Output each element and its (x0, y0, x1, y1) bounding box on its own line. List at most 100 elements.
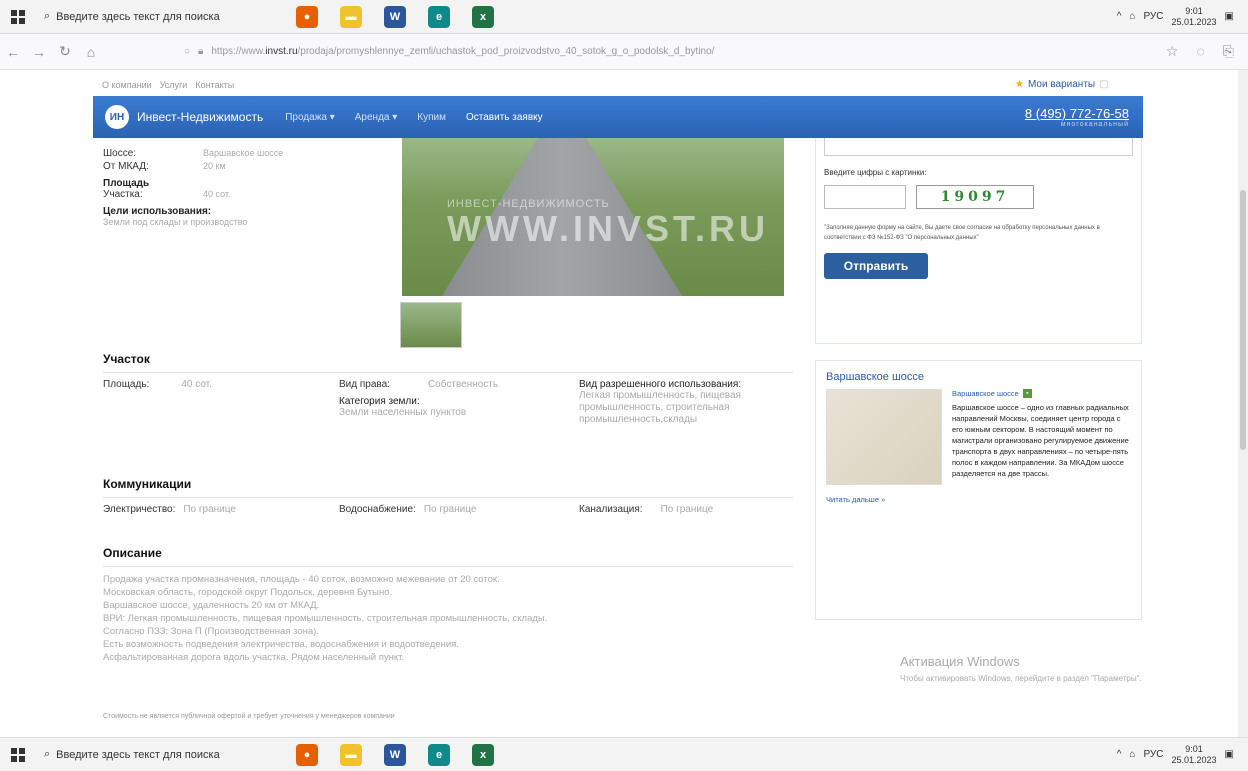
network-icon[interactable]: ⌂ (1129, 749, 1135, 760)
chevron-up-icon[interactable]: ^ (1117, 11, 1122, 22)
nav-sale[interactable]: Продажа ▾ (285, 112, 335, 123)
spec-shosse-value: Варшавское шоссе (203, 148, 284, 158)
chevron-up-icon[interactable]: ^ (1117, 749, 1122, 760)
desc-line: Согласно ПЗЗ: Зона П (Производственная з… (103, 626, 319, 637)
reload-icon[interactable]: ↻ (52, 43, 78, 60)
desc-line: Варшавское шоссе, удаленность 20 км от М… (103, 600, 320, 611)
captcha-input[interactable] (824, 185, 906, 209)
vri-value: Легкая промышленность, пищевая промышлен… (579, 390, 741, 425)
water-value: По границе (423, 504, 477, 515)
right-type-label: Вид права: (339, 379, 390, 390)
captcha-label: Введите цифры с картинки: (824, 168, 927, 177)
windows-start-icon[interactable] (0, 9, 36, 24)
network-icon[interactable]: ⌂ (1129, 11, 1135, 22)
desc-line: Продажа участка промназначения, площадь … (103, 574, 500, 585)
page-scrollbar[interactable] (1238, 70, 1248, 737)
wiki-badge-icon: ▪ (1022, 389, 1032, 398)
section-plot: Участок Площадь: 40 сот. Вид права: Собств… (103, 352, 793, 426)
clock[interactable]: 9:01 25.01.2023 (1172, 744, 1217, 766)
plot-area-label: Площадь: (103, 379, 150, 390)
elec-label: Электричество: (103, 504, 176, 515)
taskbar-bottom: ⌕ Введите здесь текст для поиска ● ▬ W e… (0, 737, 1248, 771)
desc-line: Московская область, городской округ Подо… (103, 587, 393, 598)
url-bar[interactable]: ○ 🔒︎ https://www.invst.ru/prodaja/promys… (184, 39, 1004, 65)
extensions-icon[interactable]: ⎘ (1223, 43, 1234, 60)
spec-use-value: Земли под склады и производство (103, 217, 248, 227)
spec-use-heading: Цели использования: (103, 206, 212, 217)
highway-map-image[interactable] (826, 389, 942, 485)
highway-info-panel: Варшавское шоссе Варшавское шоссе ▪ Варш… (815, 360, 1142, 620)
site-logo[interactable]: ИН Инвест-Недвижимость (105, 105, 263, 129)
pocket-icon[interactable]: ◌ (1196, 43, 1204, 60)
favorites-label: Мои варианты (1027, 79, 1096, 90)
favorites-count-icon: ▢ (1099, 79, 1109, 90)
desc-line: Асфальтированная дорога вдоль участка. Р… (103, 652, 405, 663)
firefox-icon[interactable]: ● (296, 743, 318, 766)
files-icon[interactable]: ▬ (340, 743, 362, 766)
taskbar-search-placeholder: Введите здесь текст для поиска (56, 748, 220, 761)
logo-mark: ИН (105, 105, 129, 129)
clock-date: 25.01.2023 (1171, 754, 1217, 765)
phone-subtitle: многоканальный (1060, 121, 1129, 128)
language-indicator[interactable]: РУС (1143, 749, 1163, 760)
taskbar-top: ⌕ Введите здесь текст для поиска ● ▬ W e… (0, 0, 1248, 34)
notification-icon[interactable]: ▣ (1225, 749, 1234, 760)
spec-area-heading: Площадь (103, 178, 150, 189)
top-link-contacts[interactable]: Контакты (195, 80, 234, 90)
land-category-value: Земли населенных пунктов (339, 407, 467, 418)
highway-title[interactable]: Варшавское шоссе (826, 371, 1131, 383)
favorites-link[interactable]: ★ Мои варианты ▢ (1015, 79, 1109, 90)
vri-label: Вид разрешенного использования: (579, 379, 742, 390)
highway-link[interactable]: Варшавское шоссе ▪ (952, 389, 1131, 398)
back-icon[interactable]: ← (0, 44, 26, 60)
home-icon[interactable]: ⌂ (78, 44, 104, 60)
section-communications: Коммуникации Электричество: По границе Во… (103, 477, 793, 515)
top-link-about[interactable]: О компании (102, 80, 152, 90)
phone-number[interactable]: 8 (495) 772-76-58 (1025, 106, 1129, 121)
photo-thumbnail[interactable] (400, 302, 462, 348)
spec-mkad-value: 20 км (203, 161, 226, 171)
site-navbar: ИН Инвест-Недвижимость Продажа ▾ Аренда … (93, 96, 1143, 138)
files-icon[interactable]: ▬ (340, 5, 362, 28)
read-more-link[interactable]: Читать дальше » (826, 495, 1131, 504)
object-specs: Шоссе: Варшавское шоссе От МКАД: 20 км П… (103, 148, 393, 227)
edge-icon[interactable]: e (428, 743, 450, 766)
clock-time: 9:01 (1185, 743, 1203, 754)
scrollbar-thumb[interactable] (1240, 190, 1246, 450)
highway-link-text: Варшавское шоссе (952, 389, 1019, 398)
clock[interactable]: 9:01 25.01.2023 (1172, 6, 1217, 28)
firefox-icon[interactable]: ● (296, 5, 318, 28)
taskbar-search[interactable]: ⌕ Введите здесь текст для поиска (36, 742, 266, 768)
sewer-label: Канализация: (579, 504, 643, 515)
forward-icon[interactable]: → (26, 44, 52, 60)
site-top-links: О компании Услуги Контакты ★ Мои вариант… (0, 74, 1248, 96)
language-indicator[interactable]: РУС (1143, 11, 1163, 22)
url-text: https://www.invst.ru/prodaja/promyshlenn… (211, 46, 715, 57)
word-icon[interactable]: W (384, 5, 406, 28)
request-form: Введите цифры с картинки: 19097 "Заполня… (815, 138, 1142, 344)
nav-rent[interactable]: Аренда ▾ (355, 112, 398, 123)
edge-icon[interactable]: e (428, 5, 450, 28)
activation-title: Активация Windows (900, 654, 1020, 669)
elec-value: По границе (183, 504, 236, 515)
water-label: Водоснабжение: (339, 504, 416, 515)
consent-text: "Заполняя данную форму на сайте, Вы дает… (824, 225, 1100, 241)
taskbar-search-placeholder: Введите здесь текст для поиска (56, 10, 220, 23)
search-icon: ⌕ (44, 748, 51, 760)
windows-start-icon[interactable] (0, 747, 36, 762)
submit-button[interactable]: Отправить (824, 253, 928, 279)
nav-buy[interactable]: Купим (417, 112, 446, 123)
taskbar-search[interactable]: ⌕ Введите здесь текст для поиска (36, 4, 266, 30)
sewer-value: По границе (660, 504, 714, 515)
excel-icon[interactable]: x (472, 743, 494, 766)
object-photo[interactable]: ИНВЕСТ-НЕДВИЖИМОСТЬ WWW.INVST.RU (402, 138, 784, 296)
notification-icon[interactable]: ▣ (1225, 11, 1234, 22)
top-link-services[interactable]: Услуги (160, 80, 188, 90)
bookmark-star-icon[interactable]: ☆ (1166, 43, 1179, 60)
message-textarea[interactable] (824, 138, 1133, 156)
word-icon[interactable]: W (384, 743, 406, 766)
browser-toolbar: ← → ↻ ⌂ ○ 🔒︎ https://www.invst.ru/prodaj… (0, 34, 1248, 70)
nav-leave-request[interactable]: Оставить заявку (466, 112, 543, 123)
price-disclaimer: Стоимость не является публичной офертой … (103, 713, 395, 720)
excel-icon[interactable]: x (472, 5, 494, 28)
